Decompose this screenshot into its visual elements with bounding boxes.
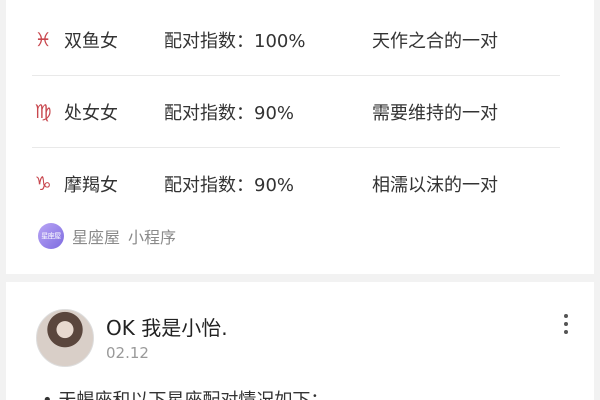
mini-program-link[interactable]: 星座屋 星座屋 小程序	[38, 222, 176, 250]
match-description: 天作之合的一对	[372, 30, 498, 52]
pisces-icon: ♓	[34, 28, 52, 51]
match-score: 配对指数：90%	[164, 102, 295, 124]
post-username[interactable]: OK 我是小怡.	[106, 312, 228, 341]
sign-name: 双鱼女	[64, 30, 118, 52]
virgo-icon: ♍	[34, 100, 52, 123]
capricorn-icon: ♑	[34, 173, 52, 195]
post-date: 02.12	[106, 344, 149, 362]
match-row-capricorn[interactable]: ♑ 摩羯女 配对指数：90% 相濡以沫的一对	[32, 148, 560, 220]
match-score: 配对指数：100%	[164, 30, 306, 52]
match-description: 相濡以沫的一对	[372, 175, 498, 196]
match-score: 配对指数：90%	[164, 175, 295, 196]
match-row-pisces[interactable]: ♓ 双鱼女 配对指数：100% 天作之合的一对	[32, 4, 560, 76]
post-card: OK 我是小怡. 02.12 • 天蝎座和以下星座配对情况如下：	[6, 282, 594, 400]
sign-name: 处女女	[64, 102, 118, 124]
match-description: 需要维持的一对	[372, 102, 498, 124]
match-card: ♓ 双鱼女 配对指数：100% 天作之合的一对 ♍ 处女女 配对指数：90% 需…	[6, 0, 594, 274]
mini-program-tag: 小程序	[128, 228, 177, 247]
match-row-virgo[interactable]: ♍ 处女女 配对指数：90% 需要维持的一对	[32, 76, 560, 148]
post-text: • 天蝎座和以下星座配对情况如下：	[42, 386, 328, 400]
sign-name: 摩羯女	[64, 175, 118, 196]
mini-program-name: 星座屋	[72, 228, 121, 247]
avatar[interactable]	[36, 309, 94, 367]
more-options-icon[interactable]	[558, 312, 574, 336]
mini-program-logo: 星座屋	[38, 223, 64, 249]
